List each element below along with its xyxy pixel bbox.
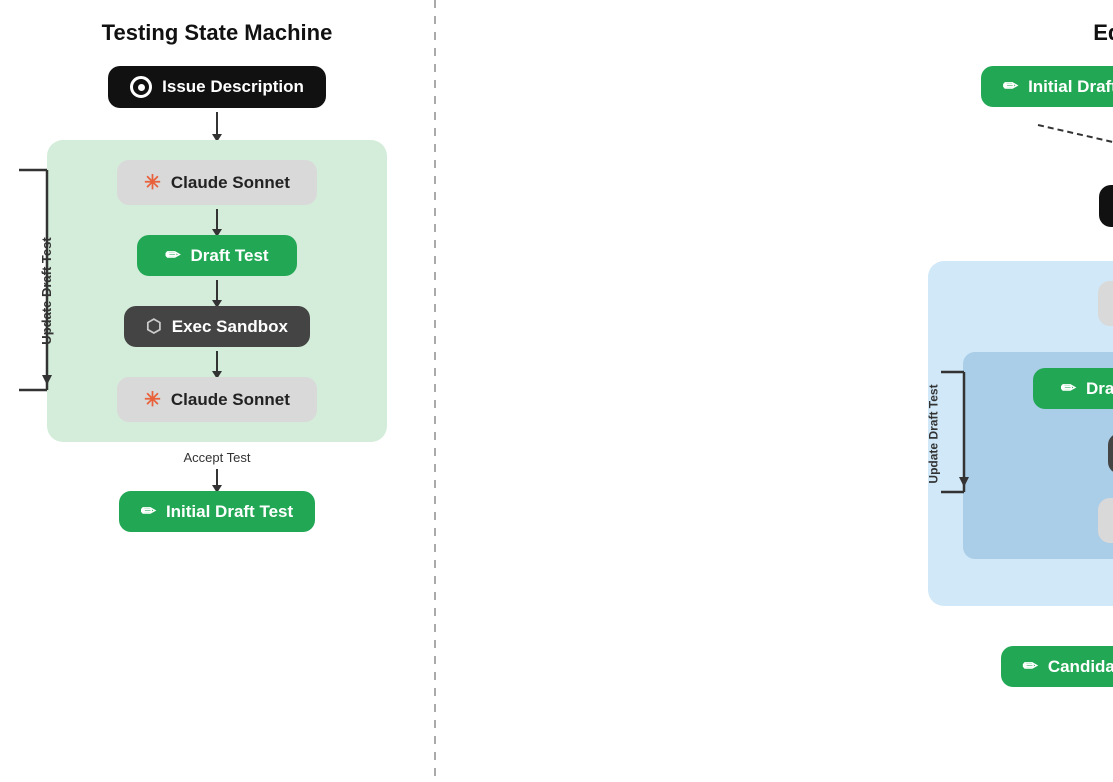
right-draft-test: ✏ Draft Test (1033, 368, 1113, 409)
right-claude-sonnet-2: ✳ Claude Sonnet (1098, 498, 1113, 543)
arrow3 (216, 280, 218, 302)
draft-row: ✏ Draft Test ⑂ Draft Edit (1033, 368, 1113, 409)
left-green-box: Update Draft Test ✳ Claude Sonnet ✏ Draf… (47, 140, 387, 442)
snowflake-icon-1: ✳ (144, 170, 161, 195)
left-claude-sonnet-1: ✳ Claude Sonnet (117, 160, 317, 205)
cube-icon-1: ⬡ (146, 316, 162, 337)
right-initial-draft-test: ✏ Initial Draft Test (981, 66, 1113, 107)
arrow1 (216, 112, 218, 136)
snowflake-icon-2: ✳ (144, 387, 161, 412)
left-issue-description: Issue Description (108, 66, 326, 108)
main-container: Testing State Machine Issue Description (0, 0, 1113, 782)
divider (434, 0, 436, 782)
arrow5 (216, 469, 218, 487)
pencil-icon-5: ✏ (1023, 656, 1038, 677)
arrow4 (216, 351, 218, 373)
left-panel-title: Testing State Machine (102, 20, 333, 46)
left-draft-test: ✏ Draft Test (137, 235, 297, 276)
right-update-draft-test-label: Update Draft Test (926, 384, 940, 483)
circle-icon (130, 76, 152, 98)
left-flow: Issue Description Update Draft Test ✳ (0, 66, 434, 532)
left-panel: Testing State Machine Issue Description (0, 0, 434, 782)
right-candidate-test: ✏ Candidate Test (1001, 646, 1113, 687)
pencil-icon-3: ✏ (1003, 76, 1018, 97)
left-initial-draft-test: ✏ Initial Draft Test (119, 491, 315, 532)
top-arrows-svg (928, 125, 1113, 185)
left-claude-sonnet-2: ✳ Claude Sonnet (117, 377, 317, 422)
candidate-row: ✏ Candidate Test ⑂ Candidate Edit (1001, 646, 1113, 687)
right-claude-sonnet-1: ✳ Claude Sonnet (1098, 281, 1113, 326)
right-panel: Editing State Machine ✏ Initial Draft Te… (868, 0, 1113, 782)
right-issue-description: Issue Description (1099, 185, 1113, 227)
right-flow: ✏ Initial Draft Test Context Files d b (898, 66, 1113, 687)
right-exec-sandbox: ⬡ Exec Sandbox (1108, 433, 1113, 474)
right-top-nodes: ✏ Initial Draft Test Context Files d b (898, 66, 1113, 117)
arrow2 (216, 209, 218, 231)
pencil-icon-1: ✏ (165, 245, 180, 266)
left-exec-sandbox: ⬡ Exec Sandbox (124, 306, 310, 347)
accept-test-label: Accept Test (184, 450, 251, 465)
bottom-arrows-svg (1048, 606, 1113, 646)
left-update-label: Update Draft Test (39, 237, 54, 344)
right-panel-title: Editing State Machine (1093, 20, 1113, 46)
right-blue-box: Update Draft Test Update Draft Edit ✳ Cl… (928, 261, 1113, 606)
right-left-loop-svg (941, 372, 966, 492)
pencil-icon-2: ✏ (141, 501, 156, 522)
pencil-icon-4: ✏ (1061, 378, 1076, 399)
right-dark-blue-box: ✏ Draft Test ⑂ Draft Edit (963, 352, 1113, 559)
